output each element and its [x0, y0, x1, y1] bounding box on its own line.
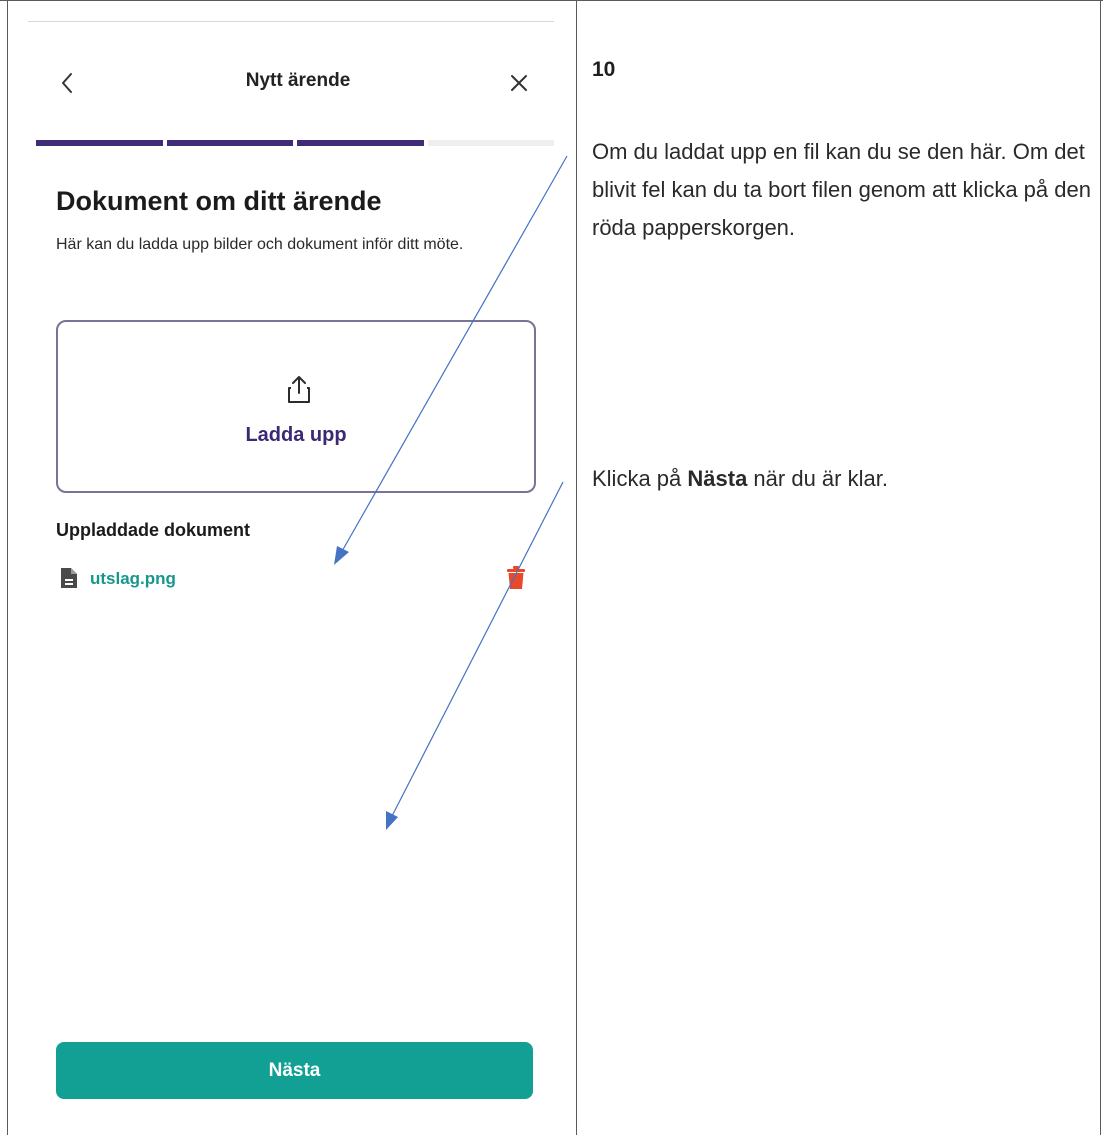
upload-icon: [288, 376, 310, 403]
progress-step-4: [427, 140, 554, 146]
upload-label: Ladda upp: [245, 424, 347, 446]
section-description: Här kan du ladda upp bilder och dokument…: [56, 236, 464, 253]
table-border-top: [0, 0, 1103, 1]
list-item: utslag.png: [56, 565, 536, 595]
progress-step-1: [36, 140, 163, 146]
file-icon: [61, 568, 77, 588]
close-icon: [511, 75, 527, 91]
file-link[interactable]: utslag.png: [90, 569, 176, 589]
upload-button[interactable]: Ladda upp: [56, 320, 536, 493]
uploaded-documents-heading: Uppladdade dokument: [56, 520, 251, 540]
table-border-middle: [576, 0, 577, 1135]
chevron-left-icon: [62, 73, 72, 93]
progress-step-3: [297, 140, 424, 146]
instruction-next: Klicka på Nästa när du är klar.: [592, 460, 1092, 498]
instruction-text: Om du laddat upp en fil kan du se den hä…: [592, 139, 1091, 240]
screenshot-edge: [28, 21, 554, 22]
table-border-right: [1100, 0, 1101, 1135]
trash-icon[interactable]: [505, 565, 527, 591]
back-button[interactable]: [52, 68, 82, 98]
progress-step-2: [166, 140, 293, 146]
instruction-next-suffix: när du är klar.: [747, 466, 888, 491]
step-number: 10: [592, 58, 616, 81]
instruction-next-bold: Nästa: [687, 466, 748, 491]
instruction-next-prefix: Klicka på: [592, 466, 688, 491]
next-button[interactable]: Nästa: [56, 1042, 533, 1099]
close-button[interactable]: [504, 68, 534, 98]
phone-screenshot: Nytt ärende Dokument om ditt ärende Här …: [8, 12, 554, 1135]
section-heading: Dokument om ditt ärende: [56, 186, 382, 216]
progress-bar: [36, 140, 554, 146]
page-title: Nytt ärende: [245, 70, 351, 91]
